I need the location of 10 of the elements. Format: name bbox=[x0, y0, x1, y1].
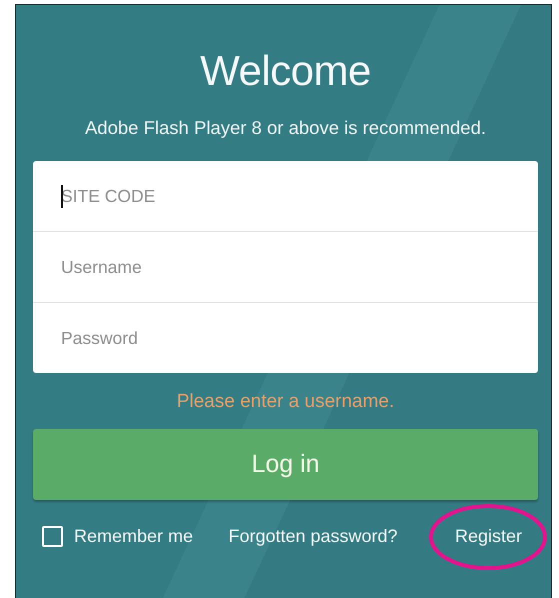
forgotten-password-link[interactable]: Forgotten password? bbox=[228, 526, 398, 547]
welcome-heading: Welcome bbox=[199, 46, 372, 96]
error-message: Please enter a username. bbox=[176, 390, 396, 414]
remember-me-checkbox[interactable]: Remember me bbox=[42, 526, 194, 547]
input-field[interactable]: SITE CODE bbox=[33, 161, 538, 231]
input-field[interactable]: Username bbox=[33, 231, 538, 302]
notice-text: Adobe Flash Player 8 or above is recommended. bbox=[84, 116, 488, 140]
login-button[interactable]: Log in bbox=[33, 429, 538, 500]
register-link[interactable]: Register bbox=[454, 526, 522, 546]
input-field[interactable]: Password bbox=[33, 302, 538, 373]
